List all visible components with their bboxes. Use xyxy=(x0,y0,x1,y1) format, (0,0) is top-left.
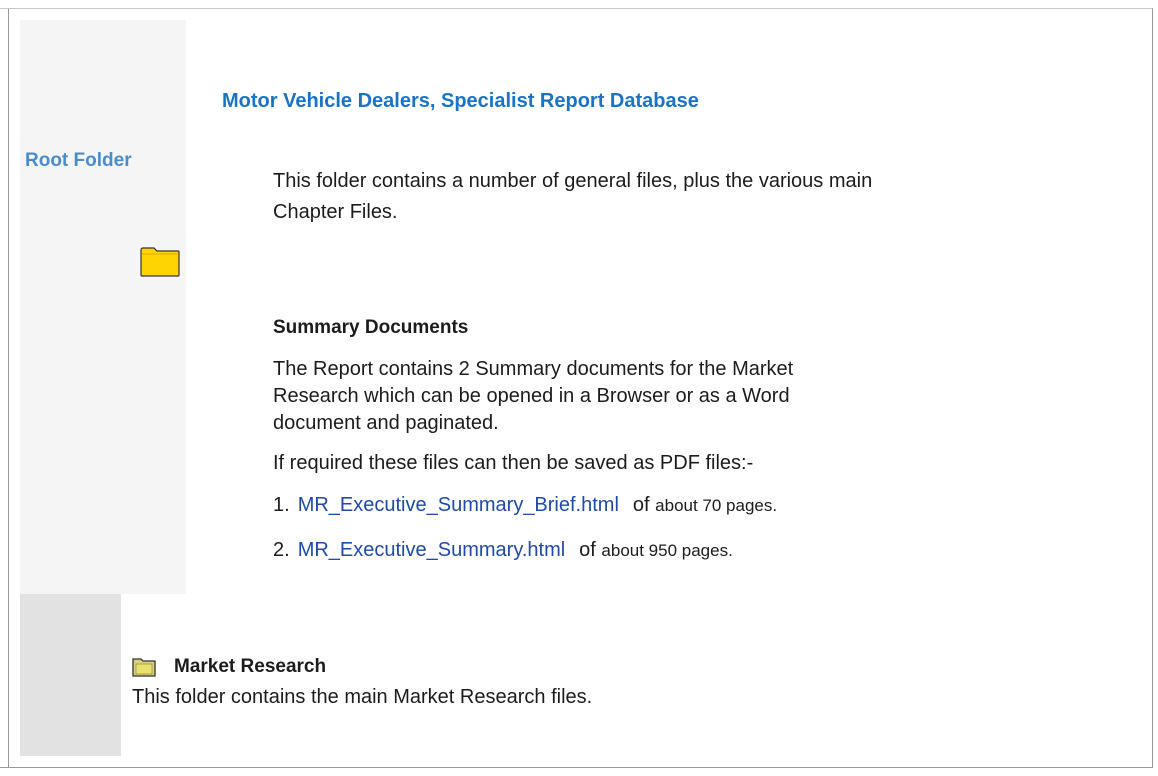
market-research-heading: Market Research xyxy=(174,656,327,677)
intro-text: This folder contains a number of general… xyxy=(273,170,873,223)
root-folder-label: Root Folder xyxy=(25,150,132,171)
list-number: 2. xyxy=(273,539,290,561)
sidebar-panel xyxy=(20,20,186,594)
of-text: of xyxy=(579,539,596,561)
folder-icon[interactable] xyxy=(132,657,156,677)
page-title: Motor Vehicle Dealers, Specialist Report… xyxy=(222,90,699,112)
page-count: about 70 pages. xyxy=(655,496,778,515)
of-text: of xyxy=(632,494,650,516)
page-count: about 950 pages. xyxy=(601,541,733,560)
summary-documents-heading: Summary Documents xyxy=(273,317,469,338)
executive-summary-link[interactable]: MR_Executive_Summary.html xyxy=(298,539,565,561)
frame-left-border xyxy=(8,9,9,768)
list-number: 1. xyxy=(273,494,290,516)
market-research-description: This folder contains the main Market Res… xyxy=(132,686,593,708)
executive-summary-brief-link[interactable]: MR_Executive_Summary_Brief.html xyxy=(298,494,619,516)
folder-icon[interactable] xyxy=(140,247,180,277)
file-list-item: 2. MR_Executive_Summary.html of about 950 … xyxy=(273,539,733,562)
sidebar-bottom-panel xyxy=(20,594,121,756)
summary-description: The Report contains 2 Summary documents … xyxy=(273,358,794,434)
file-list-item: 1. MR_Executive_Summary_Brief.html of abou… xyxy=(273,494,777,517)
pdf-note: If required these files can then be save… xyxy=(273,452,754,474)
